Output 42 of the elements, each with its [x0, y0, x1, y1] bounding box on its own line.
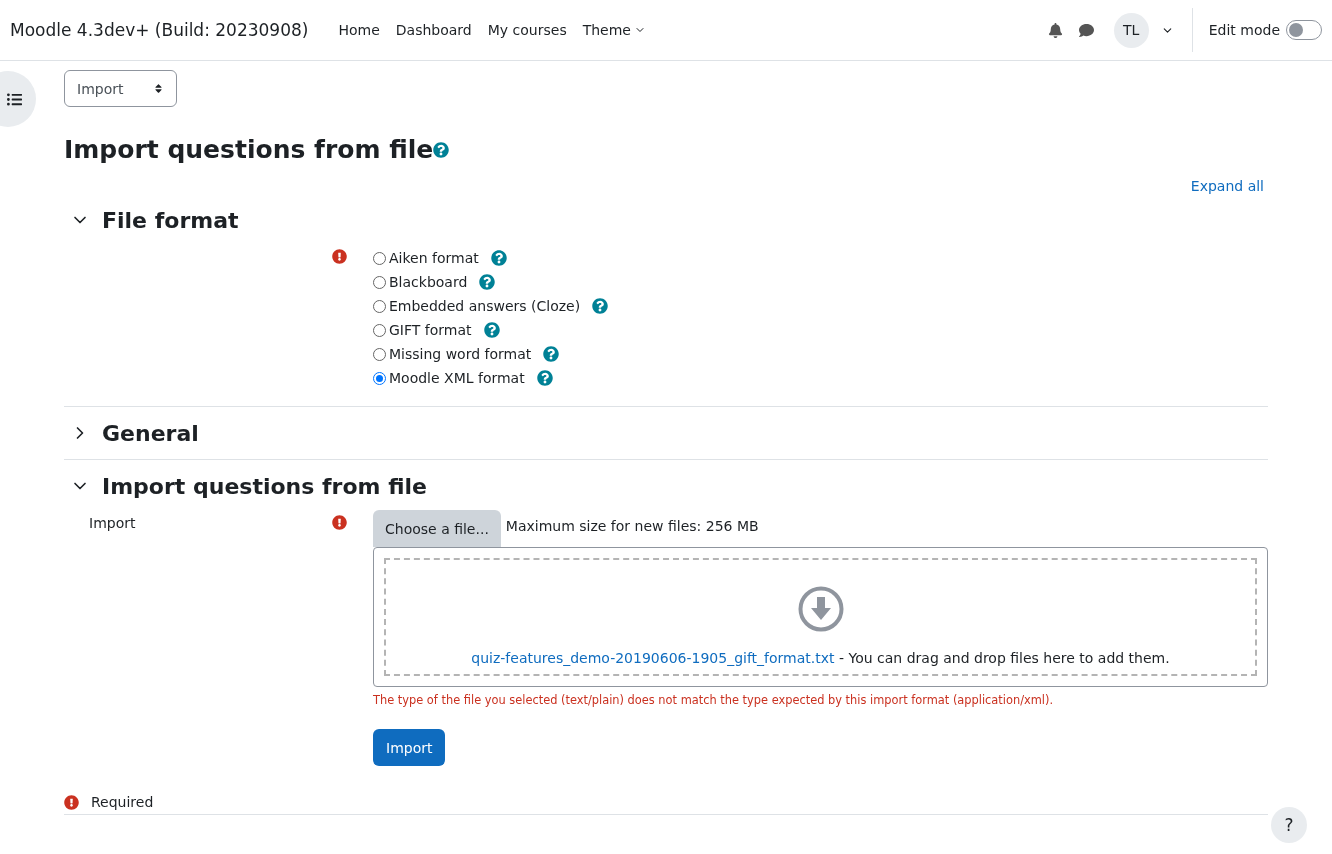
help-button[interactable]: ?	[1271, 807, 1307, 843]
section-title[interactable]: Import questions from file	[102, 473, 427, 499]
nav-link[interactable]: My courses	[487, 22, 567, 38]
import-button[interactable]: Import	[373, 729, 446, 766]
file-link[interactable]: quiz-features_demo-20190606-1905_gift_format.txt	[471, 650, 835, 666]
edit-mode-label: Edit mode	[1208, 22, 1280, 38]
user-avatar[interactable]: TL	[1113, 12, 1149, 48]
edit-mode-switch[interactable]	[1286, 20, 1322, 40]
field-label: Import	[88, 514, 137, 531]
help-icon[interactable]	[490, 250, 507, 266]
nav-menu[interactable]: Theme	[582, 22, 646, 38]
drop-hint: quiz-features_demo-20190606-1905_gift_format.txt - You can drag and drop files here to add them.	[471, 650, 1170, 666]
list-icon	[7, 91, 22, 107]
error-message: The type of the file you selected (text/plain) does not match the type expected by this import format (application/xml).	[373, 693, 1055, 707]
help-icon[interactable]	[479, 274, 496, 290]
chat-bubble-icon[interactable]	[1078, 22, 1094, 38]
help-icon[interactable]	[483, 322, 500, 338]
radio-option[interactable]: Aiken format	[373, 250, 479, 266]
help-icon[interactable]	[536, 370, 553, 386]
expand-all-link[interactable]: Expand all	[1190, 178, 1264, 194]
section-title[interactable]: File format	[102, 207, 239, 233]
required-icon	[64, 794, 79, 810]
sort-arrows-icon	[153, 83, 164, 94]
required-note: Required	[91, 794, 154, 810]
help-icon[interactable]	[433, 142, 450, 158]
section-title[interactable]: General	[102, 420, 199, 446]
radio-option[interactable]: Moodle XML format	[373, 370, 525, 386]
action-select[interactable]: Import	[64, 70, 177, 107]
nav-link[interactable]: Dashboard	[395, 22, 472, 38]
radio-option[interactable]: Missing word format	[373, 346, 532, 362]
file-drop-area[interactable]: quiz-features_demo-20190606-1905_gift_format.txt - You can drag and drop files here to add them.	[373, 547, 1268, 687]
bell-icon[interactable]	[1047, 22, 1063, 38]
max-size-text: Maximum size for new files: 256 MB	[505, 517, 759, 534]
radio-option[interactable]: GIFT format	[373, 322, 472, 338]
nav-link[interactable]: Home	[338, 22, 380, 38]
radio-option[interactable]: Blackboard	[373, 274, 468, 290]
radio-option[interactable]: Embedded answers (Cloze)	[373, 298, 581, 314]
page-title: Import questions from file	[64, 135, 434, 164]
choose-file-button[interactable]: Choose a file...	[373, 510, 501, 547]
help-icon[interactable]	[592, 298, 609, 314]
help-icon[interactable]	[543, 346, 560, 362]
site-name[interactable]: Moodle 4.3dev+ (Build: 20230908)	[10, 20, 309, 40]
